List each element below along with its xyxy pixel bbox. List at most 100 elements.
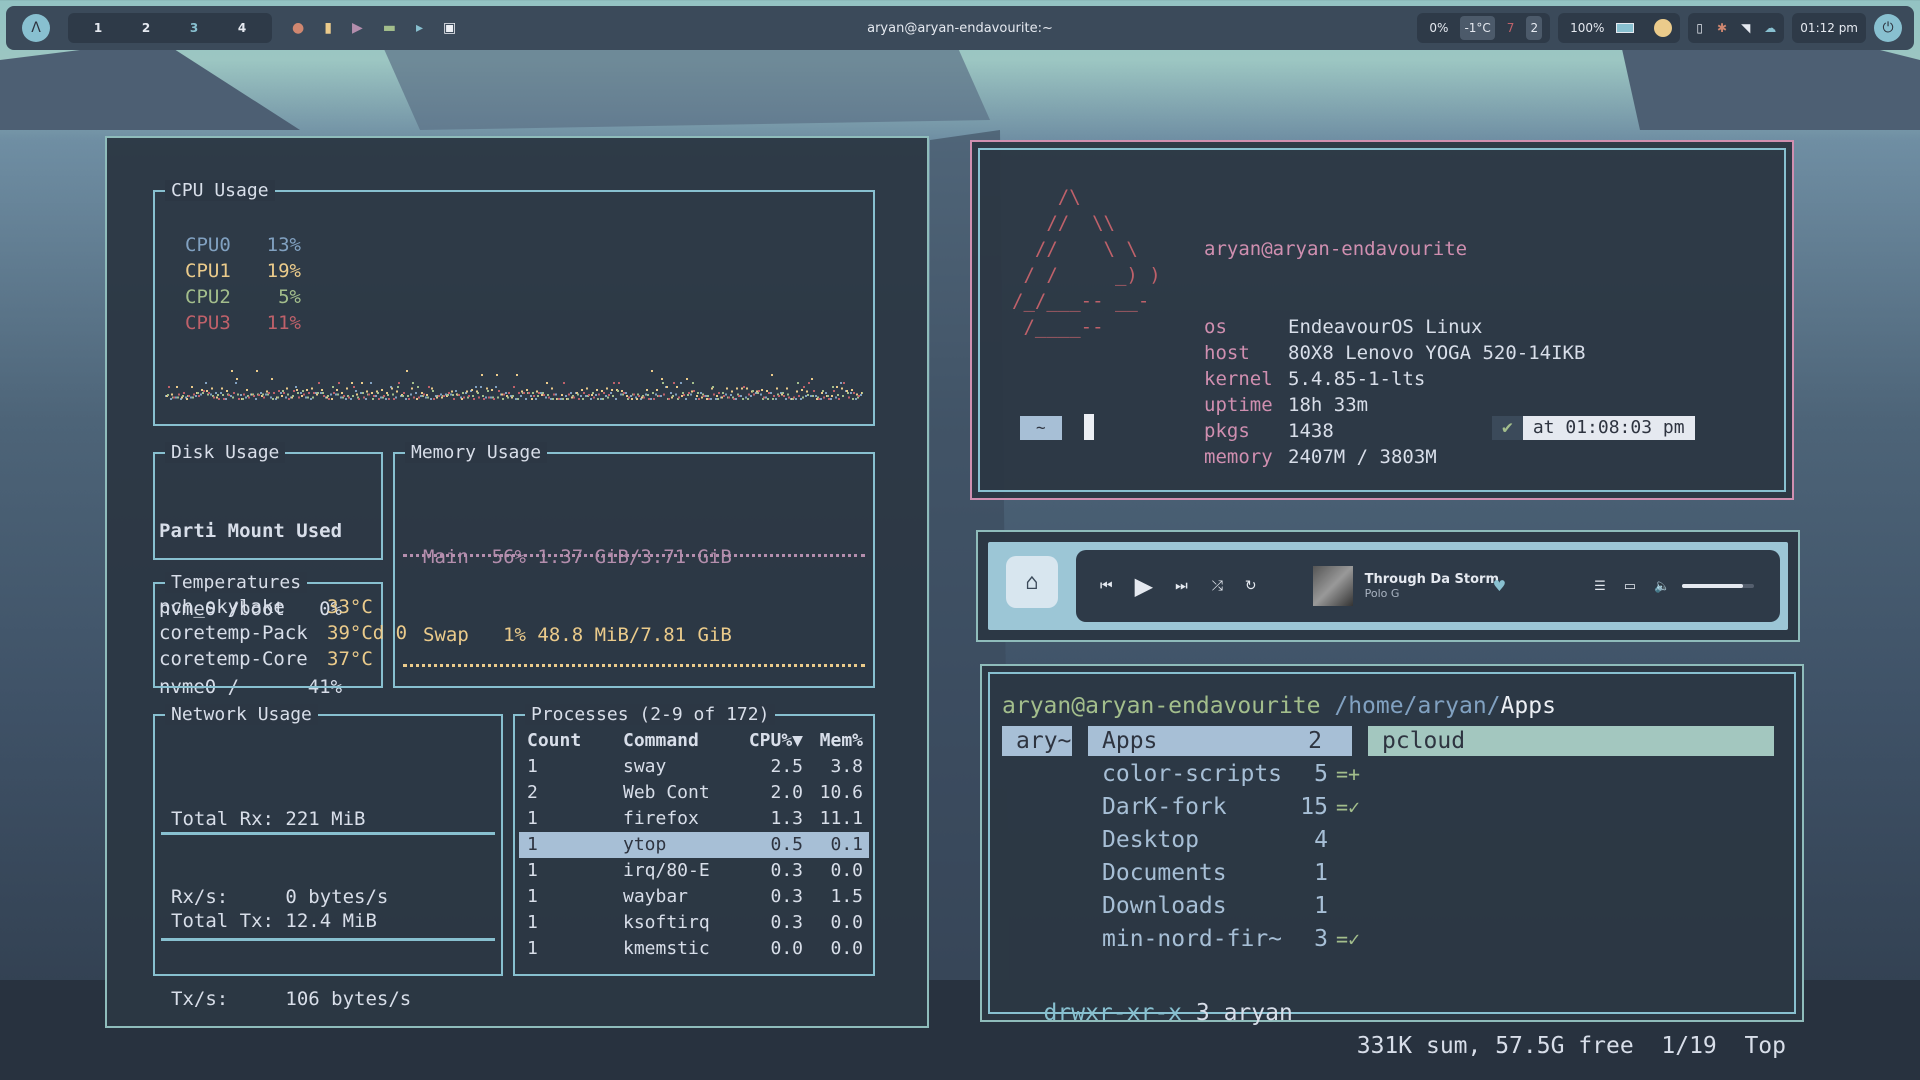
theme-toggle-icon[interactable] [1654, 19, 1673, 37]
cpu-graph-dot [330, 393, 332, 396]
cpu-graph-dot [270, 396, 272, 399]
next-button[interactable]: ⏭ [1175, 578, 1188, 594]
process-row[interactable]: 2 Web Cont 2.0 10.6 [519, 780, 869, 806]
battery-percent[interactable]: 100% [1566, 16, 1608, 40]
ranger-file-item[interactable]: DarK-fork 15 =✓ [1088, 791, 1368, 824]
cpu-graph-dot [296, 389, 298, 391]
cpu-graph-dot [688, 392, 690, 394]
process-row[interactable]: 1 waybar 0.3 1.5 [519, 884, 869, 910]
process-row[interactable]: 1 irq/80-E 0.3 0.0 [519, 858, 869, 884]
volume-slider[interactable] [1682, 584, 1755, 588]
process-cell: 1.3 [770, 808, 803, 829]
cpu-graph-dot [512, 395, 514, 397]
cpu-graph-dot [255, 398, 257, 400]
queue-button[interactable]: ☰ [1594, 579, 1606, 594]
ranger-file-item[interactable]: Documents 1 [1088, 857, 1368, 890]
store-icon[interactable]: ▣ [443, 20, 456, 36]
workspace-2[interactable]: 2 [122, 21, 170, 35]
folder-icon[interactable]: ▬ [383, 20, 396, 36]
cpu-graph-dot [323, 395, 325, 397]
cpu-graph-dot [302, 390, 304, 392]
mute-button[interactable]: 🔈 [1654, 579, 1670, 594]
process-row[interactable]: 1 kmemstic 0.0 0.0 [519, 936, 869, 962]
fetch-terminal-window[interactable]: /\ // \\ // \ \ / / _) ) /_/___-- __- /__… [970, 140, 1794, 500]
launcher-icon[interactable]: Λ [22, 14, 50, 42]
network-usage-title: Network Usage [165, 704, 318, 725]
cpu-graph-dot [740, 395, 742, 397]
wifi-icon[interactable]: ◥ [1741, 21, 1750, 35]
ranger-terminal-window[interactable]: aryan@aryan-endavourite /home/aryan/Apps… [980, 664, 1804, 1059]
paint-icon[interactable]: ✱ [1717, 21, 1727, 35]
ranger-selected-row[interactable]: Apps 2 [1088, 726, 1352, 756]
workspace-1[interactable]: 1 [74, 21, 122, 35]
ranger-file-item[interactable]: min-nord-fir~ 3 =✓ [1088, 923, 1368, 956]
phone-icon[interactable]: ▯ [1696, 21, 1703, 35]
process-row[interactable]: 1 ksoftirq 0.3 0.0 [519, 910, 869, 936]
terminal-icon[interactable]: ▸ [416, 20, 423, 36]
heart-icon[interactable]: ♥ [1493, 577, 1506, 595]
ranger-item-count: 3 [1314, 926, 1328, 952]
ranger-preview-column[interactable]: pcloud [1368, 726, 1774, 756]
ranger-preview: pcloud [1382, 728, 1466, 754]
ranger-file-item[interactable]: Downloads 1 [1088, 890, 1368, 923]
notifications-count[interactable]: 2 [1526, 16, 1543, 40]
column-header[interactable]: Mem% [803, 728, 863, 754]
power-icon[interactable]: ⏻ [1874, 14, 1902, 42]
cpu-graph-dot [798, 395, 800, 397]
repeat-button[interactable]: ↻ [1245, 578, 1257, 594]
cpu-graph-dot [455, 390, 457, 392]
workspace-4[interactable]: 4 [218, 21, 266, 35]
cpu-graph-dot [413, 396, 415, 399]
cpu-graph-dot [752, 390, 754, 392]
document-icon[interactable]: ▮ [324, 20, 332, 36]
play-button[interactable]: ▶ [1135, 572, 1153, 600]
column-header[interactable]: Command [623, 728, 731, 754]
cpu-graph-dot [371, 392, 373, 394]
cpu-graph-dot [856, 393, 858, 396]
cpu-graph-dot [386, 392, 388, 394]
cpu-graph-dot [452, 394, 454, 396]
video-icon[interactable]: ▶ [352, 20, 363, 36]
process-row[interactable]: 1 sway 2.5 3.8 [519, 754, 869, 780]
process-cell: 0.3 [770, 886, 803, 907]
cpu-percent[interactable]: 0% [1425, 16, 1452, 40]
firefox-icon[interactable]: ● [292, 20, 304, 36]
process-row[interactable]: 1 ytop 0.5 0.1 [519, 832, 869, 858]
cpu-graph-dot [178, 393, 180, 396]
ytop-window[interactable]: CPU Usage CPU0 13% CPU1 19% CPU2 5% CPU3 11% Di… [105, 136, 929, 1028]
ranger-parent-column[interactable]: ary~ [1002, 726, 1072, 756]
cpu-graph-dot [360, 392, 362, 394]
prompt-time: at 01:08:03 pm [1522, 416, 1695, 440]
cpu-graph-dot [491, 389, 493, 391]
workspace-3[interactable]: 3 [170, 21, 218, 35]
cpu-graph-dot [495, 386, 497, 388]
column-header[interactable]: Count [527, 728, 623, 754]
cpu-graph-dot [697, 392, 699, 394]
cpu-usage-panel: CPU Usage CPU0 13% CPU1 19% CPU2 5% CPU3 11% [153, 180, 875, 426]
cpu-value: 13% [266, 234, 301, 256]
ranger-file-item[interactable]: color-scripts 5 =+ [1088, 758, 1368, 791]
previous-button[interactable]: ⏮ [1100, 578, 1113, 594]
cpu-graph-dot [620, 393, 622, 396]
updates-count[interactable]: 7 [1503, 16, 1519, 40]
devices-button[interactable]: ▭ [1624, 579, 1636, 594]
home-button[interactable]: ⌂ [1006, 556, 1058, 608]
process-row[interactable]: 1 firefox 1.3 11.1 [519, 806, 869, 832]
clock[interactable]: 01:12 pm [1792, 13, 1866, 43]
cpu-line: CPU0 13% [185, 232, 301, 258]
cloud-icon[interactable]: ☁ [1764, 21, 1776, 35]
cpu-graph-dot [580, 395, 582, 397]
temperature[interactable]: -1°C [1460, 16, 1495, 40]
ranger-path: /home/aryan/ [1334, 693, 1501, 719]
cpu-graph-dot [375, 395, 377, 397]
disk-usage-title: Disk Usage [165, 442, 286, 463]
cpu-graph-dot [370, 382, 372, 384]
fetch-value: 18h 33m [1288, 394, 1369, 416]
ranger-inner: aryan@aryan-endavourite /home/aryan/Apps… [988, 672, 1796, 1059]
cpu-graph-dot [573, 396, 575, 399]
column-header[interactable]: CPU%▼ [731, 728, 803, 754]
shuffle-button[interactable]: ⤮ [1212, 578, 1223, 594]
tx-graph [161, 938, 495, 941]
ranger-file-item[interactable]: Desktop 4 [1088, 824, 1368, 857]
cpu-graph-dot [583, 392, 585, 394]
